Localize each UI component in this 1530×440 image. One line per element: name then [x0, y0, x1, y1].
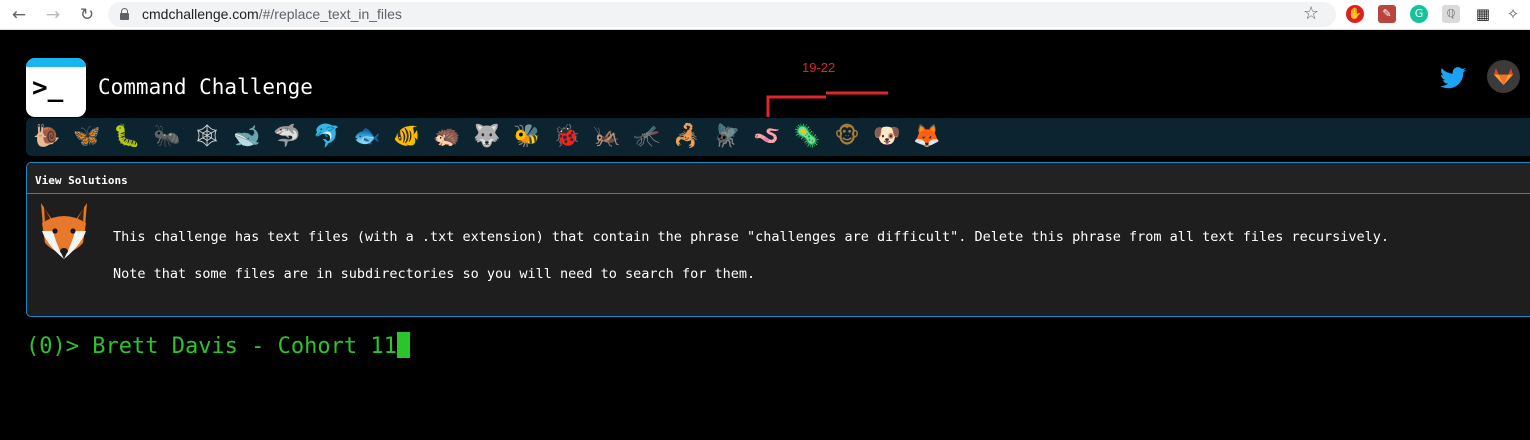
monkey-icon[interactable]: 🐵: [830, 122, 864, 152]
gitlab-icon[interactable]: [1487, 60, 1520, 93]
dog-icon[interactable]: 🐶: [870, 122, 904, 152]
whale-icon[interactable]: 🐋: [230, 122, 264, 152]
mosquito-icon[interactable]: 🦟: [630, 122, 664, 152]
challenge-note: Note that some files are in subdirectori…: [113, 266, 756, 282]
snail-icon[interactable]: 🐌: [30, 122, 64, 152]
browser-toolbar: ← → ↻ cmdchallenge.com/#/replace_text_in…: [0, 0, 1530, 30]
shark-icon[interactable]: 🦈: [270, 122, 304, 152]
reader-extension-icon[interactable]: ℚ: [1442, 5, 1460, 23]
bookmark-star-icon[interactable]: ☆: [1303, 3, 1319, 24]
challenge-badges-bar: 🐌 🦋 🐛 🐜 🕸 🐋 🦈 🐬 🐟 🐠 🦔 🐺 🐝 🐞 🦗 🦟 🦂 🪰 🪱 🦠 🐵 🐶 🦊: [26, 118, 1530, 156]
url-path: /#/replace_text_in_files: [258, 6, 402, 22]
app-title[interactable]: Command Challenge: [98, 75, 313, 99]
terminal-input-line[interactable]: (0)> Brett Davis - Cohort 11: [26, 332, 410, 359]
fox-icon: [41, 203, 87, 259]
hedgehog-icon[interactable]: 🦔: [430, 122, 464, 152]
ladybug-icon[interactable]: 🐞: [550, 122, 584, 152]
pdf-extension-icon[interactable]: ✎: [1378, 5, 1396, 23]
twitter-icon[interactable]: [1440, 67, 1466, 89]
challenge-panel: View Solutions This challenge has text f…: [26, 162, 1530, 317]
cricket-icon[interactable]: 🦗: [590, 122, 624, 152]
challenge-description: This challenge has text files (with a .t…: [113, 229, 1390, 245]
reload-icon[interactable]: ↻: [76, 4, 98, 26]
view-solutions-link[interactable]: View Solutions: [35, 174, 128, 187]
terminal-cursor: [396, 332, 410, 358]
tropical-fish-icon[interactable]: 🐠: [390, 122, 424, 152]
wolf-icon[interactable]: 🐺: [470, 122, 504, 152]
solutions-header[interactable]: View Solutions: [27, 163, 1530, 194]
scorpion-icon[interactable]: 🦂: [670, 122, 704, 152]
url-host: cmdchallenge.com: [142, 6, 259, 22]
logo-glyph: >_: [32, 73, 64, 103]
forward-arrow-icon[interactable]: →: [42, 4, 64, 26]
butterfly-icon[interactable]: 🦋: [70, 122, 104, 152]
caterpillar-icon[interactable]: 🐛: [110, 122, 144, 152]
ant-icon[interactable]: 🐜: [150, 122, 184, 152]
grid-extension-icon[interactable]: ▦: [1474, 5, 1492, 23]
lock-icon[interactable]: [120, 8, 129, 20]
annotation-bracket: [766, 91, 888, 117]
puzzle-extensions-icon[interactable]: ✧: [1504, 5, 1522, 23]
adblock-extension-icon[interactable]: ✋: [1346, 5, 1364, 23]
fish-icon[interactable]: 🐟: [350, 122, 384, 152]
grammarly-extension-icon[interactable]: G: [1410, 5, 1428, 23]
terminal-prompt: (0)>: [26, 334, 93, 359]
fly-icon[interactable]: 🪰: [710, 122, 744, 152]
spiderweb-icon[interactable]: 🕸: [190, 122, 224, 152]
bee-icon[interactable]: 🐝: [510, 122, 544, 152]
app: >_ Command Challenge 19-22 🐌 🦋 🐛 🐜 🕸 🐋 🦈 🐬 🐟 🐠 🦔 🐺 🐝…: [0, 31, 1530, 440]
terminal-logo-icon[interactable]: >_: [26, 58, 86, 117]
terminal-input[interactable]: Brett Davis - Cohort 11: [92, 334, 397, 359]
worm-icon[interactable]: 🪱: [750, 122, 784, 152]
address-bar[interactable]: cmdchallenge.com/#/replace_text_in_files…: [108, 2, 1336, 27]
microbe-icon[interactable]: 🦠: [790, 122, 824, 152]
url-text: cmdchallenge.com/#/replace_text_in_files: [142, 6, 402, 22]
back-arrow-icon[interactable]: ←: [8, 4, 30, 26]
fox-icon[interactable]: 🦊: [910, 122, 944, 152]
dolphin-icon[interactable]: 🐬: [310, 122, 344, 152]
annotation-label: 19-22: [802, 60, 836, 75]
